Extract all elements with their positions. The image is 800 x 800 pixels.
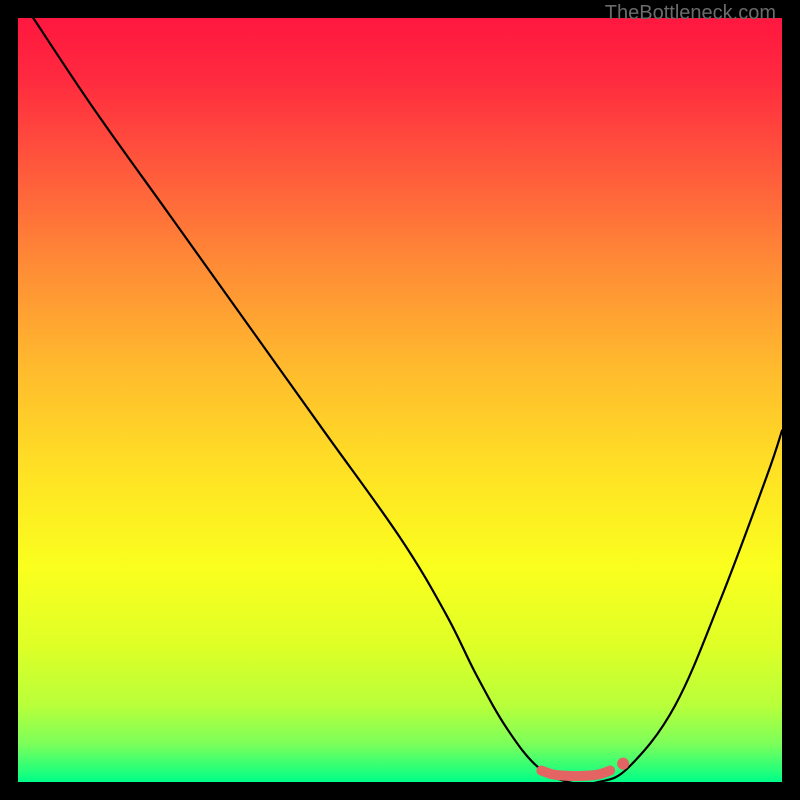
curve-layer	[18, 18, 782, 782]
end-dot	[617, 758, 629, 770]
bottleneck-curve	[33, 18, 782, 782]
chart-area	[18, 18, 782, 782]
watermark-text: TheBottleneck.com	[605, 2, 776, 25]
flat-region-marker	[541, 771, 610, 777]
